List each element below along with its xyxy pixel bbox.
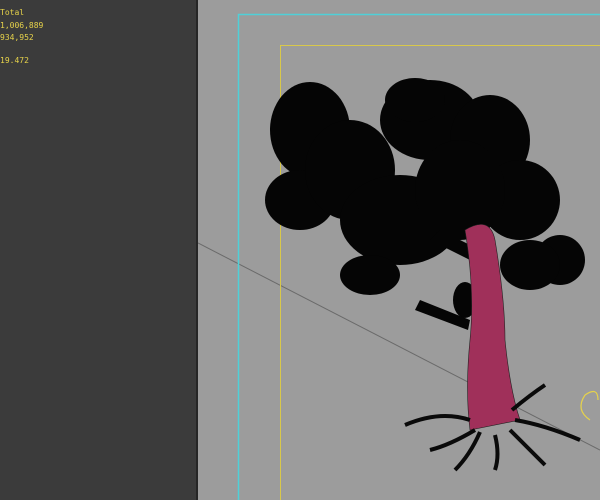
viewport-scene bbox=[198, 0, 600, 500]
perspective-viewport[interactable] bbox=[198, 0, 600, 500]
stats-header: Total bbox=[0, 8, 24, 18]
tree-canopy bbox=[265, 78, 585, 330]
light-gizmo[interactable] bbox=[581, 391, 598, 420]
stats-polys: 1,006,889 bbox=[0, 21, 43, 31]
stats-fps: 19.472 bbox=[0, 56, 29, 66]
stats-panel: Total 1,006,889 934,952 19.472 bbox=[0, 0, 196, 500]
stats-verts: 934,952 bbox=[0, 33, 34, 43]
